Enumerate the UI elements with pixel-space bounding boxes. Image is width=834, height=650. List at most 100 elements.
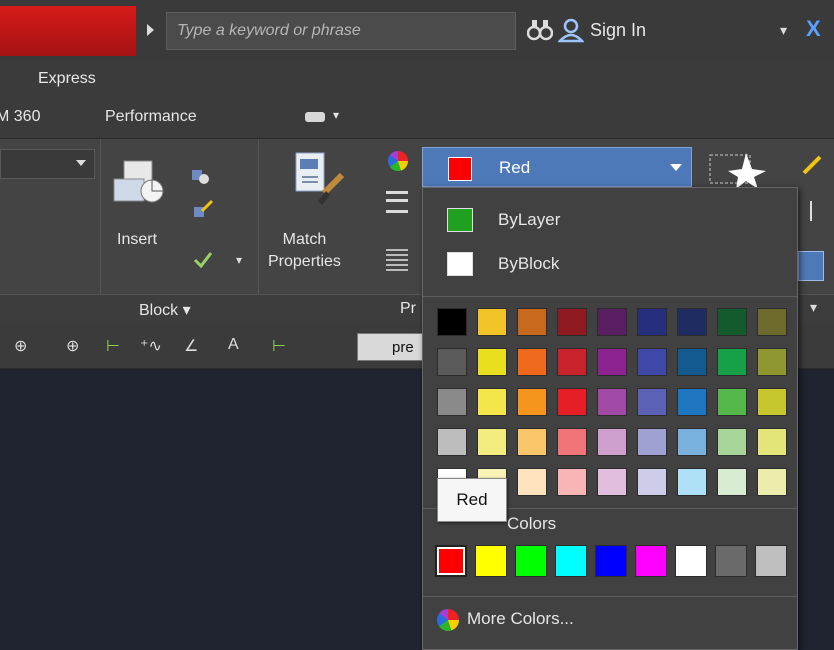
index-color-swatch[interactable] — [717, 468, 747, 496]
layer-combo[interactable] — [0, 149, 95, 179]
standard-color-swatch[interactable] — [675, 545, 707, 577]
linear-dim-icon[interactable]: ⊕ — [14, 336, 27, 356]
index-color-swatch[interactable] — [757, 468, 787, 496]
lineweight-icon[interactable] — [386, 191, 408, 213]
edit-attributes-icon[interactable] — [192, 249, 214, 271]
tab-express[interactable]: Express — [38, 70, 96, 88]
index-color-swatch[interactable] — [677, 308, 707, 336]
chevron-down-icon[interactable]: ▾ — [810, 299, 817, 316]
index-color-swatch[interactable] — [677, 348, 707, 376]
user-icon[interactable] — [558, 17, 584, 43]
index-color-swatch[interactable] — [757, 348, 787, 376]
standard-color-swatch[interactable] — [475, 545, 507, 577]
standard-color-swatch[interactable] — [715, 545, 747, 577]
index-color-swatch[interactable] — [717, 348, 747, 376]
title-bar: Sign In ▾ X — [0, 0, 834, 63]
index-color-swatch[interactable] — [597, 348, 627, 376]
index-color-swatch[interactable] — [677, 468, 707, 496]
edit-block-icon[interactable] — [192, 199, 214, 221]
block-panel-label[interactable]: Block ▾ — [139, 300, 191, 320]
binoculars-icon[interactable] — [527, 17, 553, 43]
linetype-icon[interactable] — [386, 249, 408, 271]
index-color-swatch[interactable] — [477, 348, 507, 376]
index-color-swatch[interactable] — [717, 428, 747, 456]
match-properties-label[interactable]: Match Properties — [268, 229, 341, 273]
update-dim-icon[interactable]: ⊢ — [272, 336, 286, 356]
index-color-swatch[interactable] — [597, 308, 627, 336]
index-color-swatch[interactable] — [597, 428, 627, 456]
bylayer-option[interactable]: ByLayer — [423, 198, 795, 242]
match-properties-icon[interactable] — [290, 151, 348, 209]
byblock-swatch — [447, 252, 473, 276]
index-color-swatch[interactable] — [437, 388, 467, 416]
index-color-swatch[interactable] — [637, 308, 667, 336]
index-color-swatch[interactable] — [637, 428, 667, 456]
chevron-down-icon[interactable]: ▾ — [236, 253, 242, 267]
index-color-swatch[interactable] — [637, 468, 667, 496]
check-dim-icon[interactable]: ⊢ — [106, 336, 120, 356]
tab-a360[interactable]: M 360 — [0, 108, 40, 126]
index-color-swatch[interactable] — [757, 388, 787, 416]
index-color-swatch[interactable] — [677, 388, 707, 416]
index-color-swatch[interactable] — [437, 348, 467, 376]
text-angle-dim-icon[interactable]: A — [228, 336, 239, 354]
camera-icon[interactable] — [305, 112, 325, 122]
add-circle-icon[interactable]: ⊕ — [66, 336, 79, 356]
index-color-swatch[interactable] — [437, 308, 467, 336]
index-color-swatch[interactable] — [677, 428, 707, 456]
search-box[interactable] — [166, 12, 516, 50]
index-color-swatch[interactable] — [637, 348, 667, 376]
match-label-line2: Properties — [268, 253, 341, 270]
index-color-swatch[interactable] — [477, 308, 507, 336]
tab-performance[interactable]: Performance — [105, 108, 197, 126]
index-color-swatch[interactable] — [637, 388, 667, 416]
jog-dim-icon[interactable]: ⁺∿ — [140, 336, 162, 356]
index-color-swatch[interactable] — [517, 428, 547, 456]
standard-color-swatch[interactable] — [515, 545, 547, 577]
index-color-swatch[interactable] — [717, 308, 747, 336]
byblock-option[interactable]: ByBlock — [423, 242, 795, 286]
index-color-swatch[interactable] — [517, 348, 547, 376]
index-color-swatch[interactable] — [477, 388, 507, 416]
index-color-swatch[interactable] — [517, 308, 547, 336]
index-color-swatch[interactable] — [557, 468, 587, 496]
chevron-down-icon[interactable]: ▾ — [333, 108, 339, 122]
dimension-style-field[interactable]: pre — [357, 333, 427, 361]
sign-in-link[interactable]: Sign In — [590, 20, 646, 41]
standard-color-swatch[interactable] — [755, 545, 787, 577]
index-color-swatch[interactable] — [557, 348, 587, 376]
color-tooltip: Red — [437, 478, 507, 522]
list-icon[interactable] — [810, 201, 826, 221]
index-color-swatch[interactable] — [517, 388, 547, 416]
standard-color-swatch[interactable] — [435, 545, 467, 577]
app-menu-button[interactable] — [0, 6, 136, 56]
index-color-swatch[interactable] — [717, 388, 747, 416]
standard-color-swatch[interactable] — [555, 545, 587, 577]
index-color-swatch[interactable] — [557, 428, 587, 456]
properties-panel-label[interactable]: Pr — [400, 300, 416, 318]
color-combo[interactable]: Red — [422, 147, 692, 187]
index-color-swatch[interactable] — [757, 428, 787, 456]
chevron-down-icon[interactable]: ▾ — [780, 22, 787, 39]
quick-select-icon[interactable] — [708, 149, 768, 189]
expand-arrow-icon[interactable] — [147, 24, 154, 36]
insert-label[interactable]: Insert — [117, 231, 157, 249]
standard-color-swatch[interactable] — [635, 545, 667, 577]
standard-color-swatch[interactable] — [595, 545, 627, 577]
more-colors-option[interactable]: More Colors... — [423, 598, 797, 642]
index-color-swatch[interactable] — [437, 428, 467, 456]
index-color-swatch[interactable] — [517, 468, 547, 496]
create-block-icon[interactable] — [190, 165, 212, 187]
index-color-swatch[interactable] — [757, 308, 787, 336]
search-input[interactable] — [175, 21, 515, 41]
exchange-icon[interactable]: X — [806, 16, 821, 42]
pencil-icon[interactable] — [800, 151, 826, 177]
select-cursor-button[interactable] — [798, 251, 824, 281]
index-color-swatch[interactable] — [597, 468, 627, 496]
oblique-dim-icon[interactable]: ∠ — [184, 336, 198, 356]
index-color-swatch[interactable] — [597, 388, 627, 416]
index-color-swatch[interactable] — [557, 308, 587, 336]
index-color-swatch[interactable] — [557, 388, 587, 416]
index-color-swatch[interactable] — [477, 428, 507, 456]
insert-block-icon[interactable] — [112, 153, 182, 213]
